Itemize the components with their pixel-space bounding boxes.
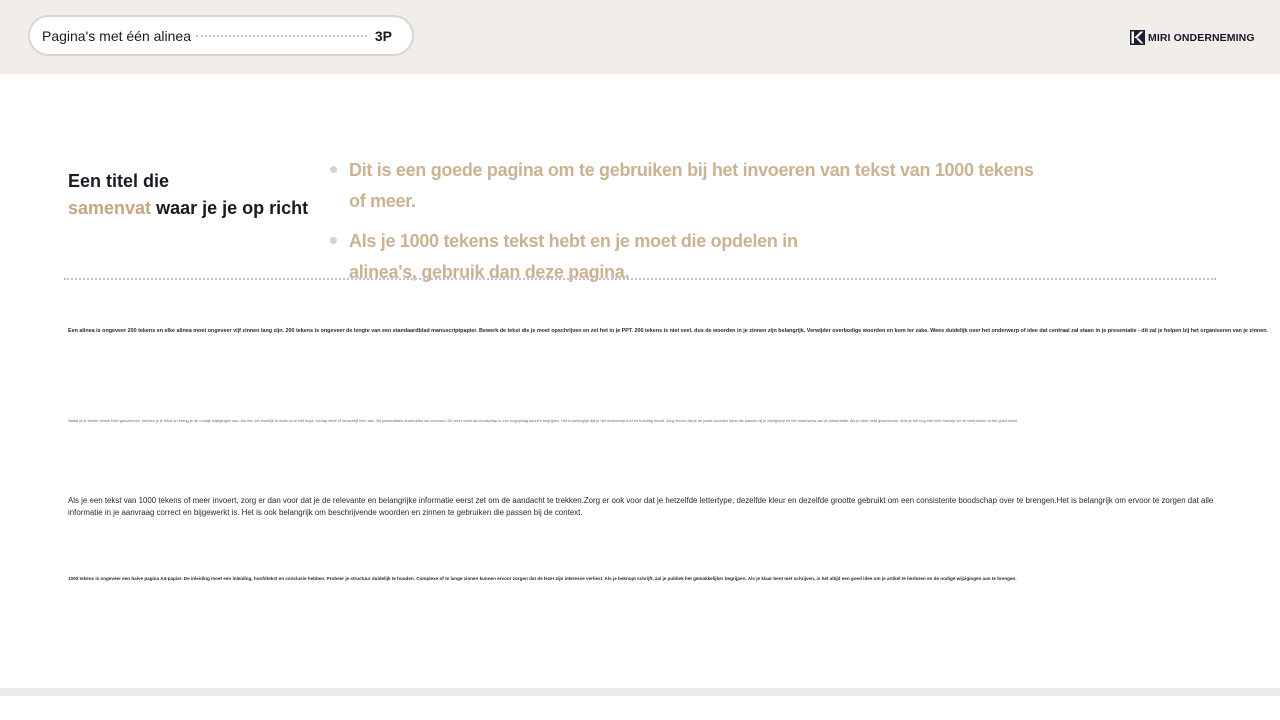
bullet-text: Dit is een goede pagina om te gebruiken … — [349, 160, 1034, 211]
paragraph-3: Als je een tekst van 1000 tekens of meer… — [68, 496, 1214, 517]
dotted-divider — [64, 278, 1216, 280]
dotted-leader — [196, 34, 367, 37]
section-pill: Pagina's met één alinea 3P — [28, 15, 414, 56]
title-accent: samenvat — [68, 198, 152, 218]
title-line-1: Een titel die — [68, 171, 170, 191]
bullet-list: Dit is een goede pagina om te gebruiken … — [330, 155, 1039, 297]
miri-logo-icon — [1130, 30, 1145, 45]
header-bar: Pagina's met één alinea 3P MIRI ONDERNEM… — [0, 0, 1280, 74]
bullet-dot-icon — [330, 166, 337, 173]
brand-name: MIRI ONDERNEMING — [1148, 31, 1255, 44]
title-rest: waar je je op richt — [151, 198, 309, 218]
bullet-dot-icon — [330, 237, 337, 244]
page-title: Een titel die samenvat waar je je op ric… — [68, 168, 308, 222]
section-title: Pagina's met één alinea — [42, 27, 191, 44]
bullet-item: Dit is een goede pagina om te gebruiken … — [330, 155, 1039, 217]
brand: MIRI ONDERNEMING — [1130, 30, 1255, 45]
page-label: 3P — [374, 27, 392, 44]
footer-bar — [0, 688, 1280, 696]
paragraph-4: 1000 tekens is ongeveer een halve pagina… — [68, 576, 1017, 581]
paragraph-1: Een alinea is ongeveer 200 tekens en elk… — [68, 328, 1268, 334]
title-line-2: samenvat waar je je op richt — [68, 195, 308, 222]
paragraph-2: Nadat je je eerste versie hebt geschreve… — [68, 418, 1019, 423]
